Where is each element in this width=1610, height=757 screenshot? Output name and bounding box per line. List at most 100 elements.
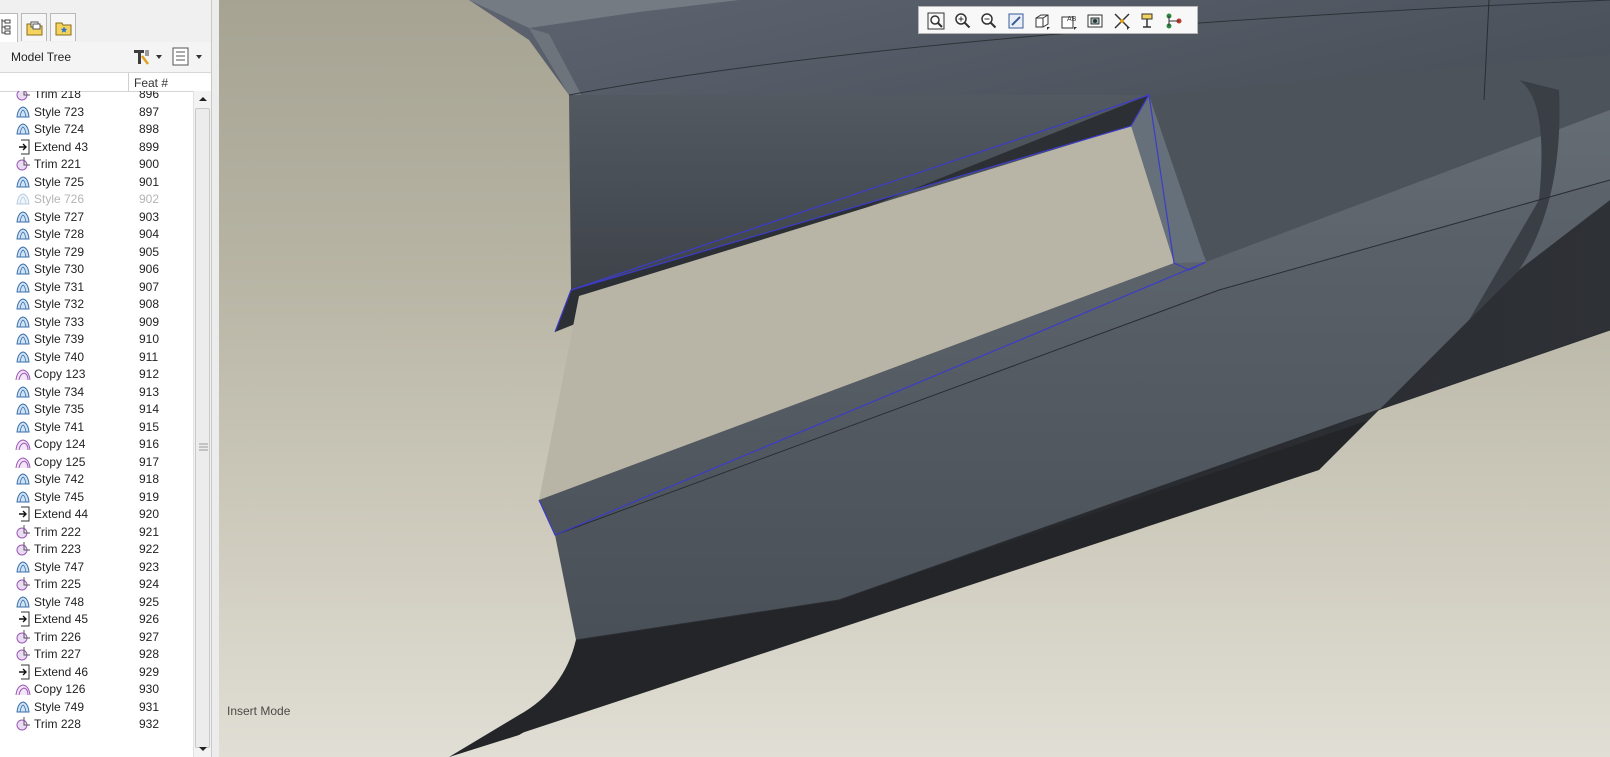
style-feature-icon [15, 349, 31, 365]
scroll-up-arrow-icon[interactable] [194, 91, 212, 108]
tree-item[interactable]: Copy 125 917 [0, 453, 193, 471]
tree-item-feat-number: 908 [139, 297, 160, 311]
spin-center-button[interactable] [1163, 10, 1185, 32]
tree-item[interactable]: Trim 218 896 [0, 91, 193, 103]
extend-feature-icon [15, 664, 31, 680]
tree-item[interactable]: Style 730 906 [0, 260, 193, 278]
tree-item-feat-number: 901 [139, 174, 160, 189]
tree-item[interactable]: Style 732 908 [0, 295, 193, 313]
tree-item[interactable]: Style 733 909 [0, 313, 193, 331]
view-manager-icon [1087, 14, 1103, 28]
model-tree-panel: Model Tree Feat # Trim 218 896 Style 723 89… [0, 0, 219, 757]
tree-item[interactable]: Style 745 919 [0, 488, 193, 506]
tree-item[interactable]: Extend 45 926 [0, 610, 193, 628]
copy-feature-icon [15, 366, 31, 382]
display-style-button[interactable] [1031, 10, 1053, 32]
tree-item[interactable]: Style 748 925 [0, 593, 193, 611]
tree-item-label: Style 726 [34, 192, 85, 206]
tree-item-feat-number: 896 [139, 91, 160, 101]
style-feature-icon [15, 191, 31, 207]
datum-display-button[interactable] [1111, 10, 1133, 32]
tree-item[interactable]: Trim 226 927 [0, 628, 193, 646]
panel-splitter[interactable] [211, 0, 219, 757]
column-separator[interactable] [128, 73, 129, 91]
style-feature-icon [15, 384, 31, 400]
layers-tab[interactable] [21, 13, 47, 41]
repaint-button[interactable] [1005, 10, 1027, 32]
tree-item[interactable]: Style 740 911 [0, 348, 193, 366]
tree-item[interactable]: Style 749 931 [0, 698, 193, 716]
tree-item[interactable]: Style 724 898 [0, 120, 193, 138]
tree-item-feat-number: 907 [139, 279, 160, 294]
feat-number-column-header[interactable]: Feat # [134, 76, 168, 90]
tree-item-label: Style 734 [34, 384, 85, 399]
annotation-display-icon [1141, 13, 1153, 28]
tree-item-feat-number: 905 [139, 244, 160, 259]
tree-item[interactable]: Style 731 907 [0, 278, 193, 296]
style-feature-icon [15, 261, 31, 277]
tree-item-feat-number: 912 [139, 367, 160, 381]
tree-item[interactable]: Style 725 901 [0, 173, 193, 191]
tree-item[interactable]: Style 734 913 [0, 383, 193, 401]
tree-item[interactable]: Style 728 904 [0, 225, 193, 243]
zoom-in-button[interactable] [952, 10, 974, 32]
tree-item[interactable]: Style 729 905 [0, 243, 193, 261]
style-feature-icon [15, 559, 31, 575]
tree-item[interactable]: Style 747 923 [0, 558, 193, 576]
view-manager-button[interactable] [1084, 10, 1106, 32]
tree-item[interactable]: Style 742 918 [0, 470, 193, 488]
tree-item[interactable]: Extend 46 929 [0, 663, 193, 681]
tree-item-label: Extend 43 [34, 139, 89, 154]
annotation-display-button[interactable] [1137, 10, 1159, 32]
tree-item[interactable]: Trim 227 928 [0, 645, 193, 663]
tree-item-label: Style 730 [34, 262, 85, 276]
tree-item[interactable]: Copy 126 930 [0, 680, 193, 698]
tree-item[interactable]: Style 739 910 [0, 330, 193, 348]
tree-item-label: Extend 46 [34, 664, 89, 679]
scroll-thumb[interactable] [195, 108, 210, 748]
style-feature-icon [15, 279, 31, 295]
saved-views-button[interactable]: AB [1058, 10, 1080, 32]
tree-item[interactable]: Style 723 897 [0, 103, 193, 121]
tree-item[interactable]: Trim 222 921 [0, 523, 193, 541]
tree-settings-button[interactable] [130, 46, 166, 68]
style-feature-icon [15, 121, 31, 137]
tree-item[interactable]: Style 726 902 [0, 190, 193, 208]
tree-item[interactable]: Trim 225 924 [0, 575, 193, 593]
favorites-tab[interactable] [50, 13, 76, 41]
model-tree-tab[interactable] [0, 13, 18, 43]
style-feature-icon [15, 471, 31, 487]
tree-item[interactable]: Style 727 903 [0, 208, 193, 226]
tree-item-feat-number: 913 [139, 384, 160, 399]
tree-columns-button[interactable] [170, 46, 210, 68]
tree-item-label: Trim 227 [34, 647, 81, 661]
tree-item-label: Style 723 [34, 104, 85, 119]
tree-vertical-scrollbar[interactable] [193, 91, 212, 757]
trim-feature-icon [15, 646, 31, 662]
zoom-out-button[interactable] [978, 10, 1000, 32]
repaint-icon [1008, 13, 1024, 29]
refit-button[interactable] [925, 10, 947, 32]
tree-item[interactable]: Trim 228 932 [0, 715, 193, 733]
cad-model-render[interactable] [219, 0, 1610, 757]
copy-feature-icon [15, 681, 31, 697]
tree-item[interactable]: Trim 223 922 [0, 540, 193, 558]
tree-item[interactable]: Style 735 914 [0, 400, 193, 418]
scroll-down-arrow-icon[interactable] [194, 743, 212, 757]
tree-item[interactable]: Extend 43 899 [0, 138, 193, 156]
trim-feature-icon [15, 541, 31, 557]
tree-item[interactable]: Trim 221 900 [0, 155, 193, 173]
tree-item-feat-number: 924 [139, 577, 160, 591]
trim-feature-icon [15, 576, 31, 592]
tree-item[interactable]: Copy 124 916 [0, 435, 193, 453]
tree-item-label: Copy 125 [34, 454, 86, 469]
style-feature-icon [15, 296, 31, 312]
display-style-icon [1035, 14, 1050, 30]
tree-item[interactable]: Style 741 915 [0, 418, 193, 436]
tree-item-feat-number: 921 [139, 524, 160, 539]
tree-item-feat-number: 914 [139, 402, 160, 416]
graphics-viewport[interactable]: AB Insert Mode [219, 0, 1610, 757]
tree-item[interactable]: Extend 44 920 [0, 505, 193, 523]
trim-feature-icon [15, 156, 31, 172]
tree-item[interactable]: Copy 123 912 [0, 365, 193, 383]
